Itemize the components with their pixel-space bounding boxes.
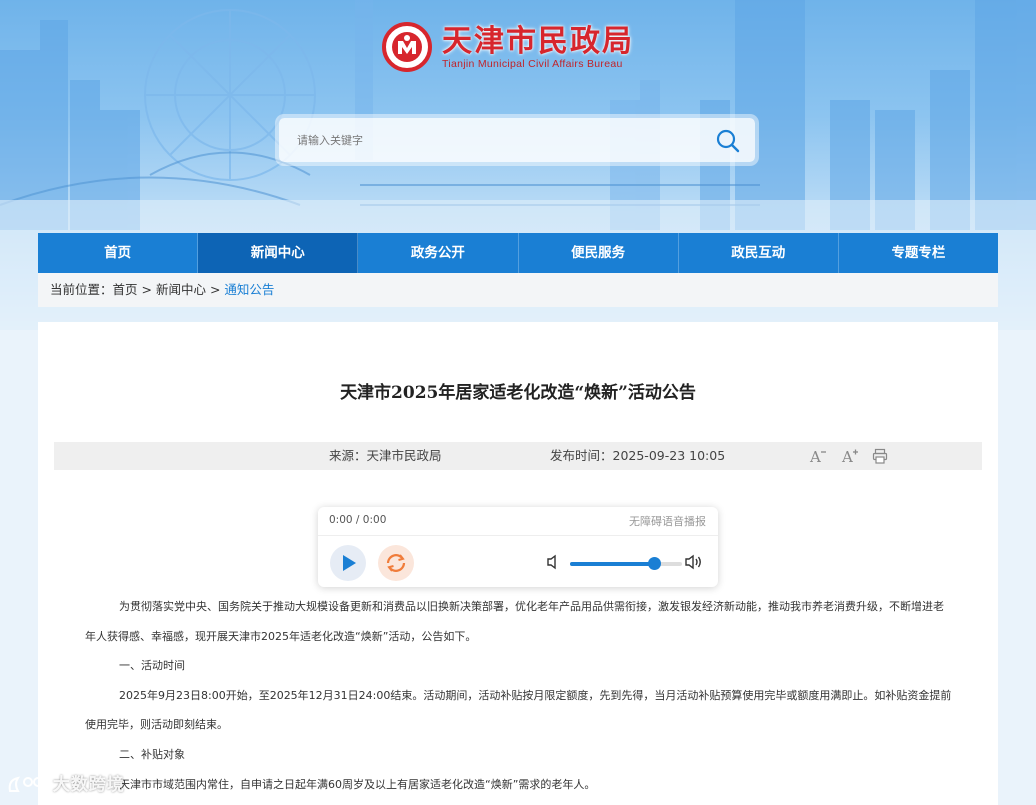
font-decrease-button[interactable]: A bbox=[809, 447, 827, 466]
site-logo[interactable]: 天津市民政局 Tianjin Municipal Civil Affairs B… bbox=[382, 22, 634, 72]
font-decrease-icon: A bbox=[809, 448, 826, 466]
article-title: 天津市2025年居家适老化改造“焕新”活动公告 bbox=[340, 383, 696, 403]
nav-item-special-topics[interactable]: 专题专栏 bbox=[839, 233, 998, 273]
nav-item-news-center[interactable]: 新闻中心 bbox=[198, 233, 359, 273]
print-button[interactable] bbox=[871, 447, 889, 465]
nav-item-interaction[interactable]: 政民互动 bbox=[679, 233, 839, 273]
search-button[interactable] bbox=[715, 128, 741, 154]
play-icon bbox=[343, 555, 356, 571]
breadcrumb-prefix: 当前位置： bbox=[50, 282, 113, 297]
mute-button[interactable] bbox=[546, 554, 560, 574]
nav-item-public-services[interactable]: 便民服务 bbox=[519, 233, 679, 273]
watermark-text: 大数跨境 bbox=[52, 775, 125, 795]
search-icon bbox=[716, 129, 740, 153]
audio-player: 0:00 / 0:00 无障碍语音播报 bbox=[318, 507, 718, 587]
font-increase-icon: A bbox=[841, 448, 858, 466]
svg-text:A: A bbox=[841, 448, 853, 465]
breadcrumb-news-center[interactable]: 新闻中心 bbox=[156, 282, 206, 297]
nav-item-government-affairs[interactable]: 政务公开 bbox=[358, 233, 519, 273]
loop-button[interactable] bbox=[378, 545, 414, 581]
font-increase-button[interactable]: A bbox=[841, 447, 859, 466]
article-container: 天津市2025年居家适老化改造“焕新”活动公告 来源：天津市民政局 发布时间：2… bbox=[38, 322, 998, 805]
nav-item-home[interactable]: 首页 bbox=[38, 233, 199, 273]
breadcrumb-separator: > bbox=[137, 282, 156, 297]
article-meta-bar: 来源：天津市民政局 发布时间：2025-09-23 10:05 A A bbox=[54, 442, 982, 470]
volume-slider[interactable] bbox=[570, 557, 682, 570]
site-name-english: Tianjin Municipal Civil Affairs Bureau bbox=[442, 57, 623, 70]
section-heading-time: 一、活动时间 bbox=[119, 659, 185, 673]
breadcrumb-separator: > bbox=[205, 282, 225, 297]
loop-icon bbox=[386, 554, 406, 572]
main-navigation: 首页 新闻中心 政务公开 便民服务 政民互动 专题专栏 bbox=[38, 233, 998, 273]
speaker-mute-icon bbox=[547, 554, 556, 570]
watermark-logo-icon bbox=[8, 776, 43, 792]
volume-max-button[interactable] bbox=[684, 554, 704, 574]
play-button[interactable] bbox=[330, 545, 366, 581]
player-label: 无障碍语音播报 bbox=[629, 515, 706, 528]
article-paragraph: 天津市市域范围内常住，自申请之日起年满60周岁及以上有居家适老化改造“焕新”需求… bbox=[119, 777, 596, 791]
article-source: 来源：天津市民政局 bbox=[329, 448, 442, 463]
breadcrumb-current-notices[interactable]: 通知公告 bbox=[224, 282, 274, 297]
article-publish-time: 发布时间：2025-09-23 10:05 bbox=[550, 448, 726, 463]
article-paragraph: 2025年9月23日8:00开始，至2025年12月31日24:00结束。活动期… bbox=[85, 688, 952, 732]
breadcrumb-home[interactable]: 首页 bbox=[113, 282, 138, 297]
site-name: 天津市民政局 bbox=[442, 23, 634, 59]
volume-slider-fill bbox=[570, 562, 654, 566]
svg-text:A: A bbox=[809, 448, 821, 465]
breadcrumb: 当前位置：首页 > 新闻中心 > 通知公告 bbox=[38, 273, 998, 307]
print-icon bbox=[872, 448, 888, 464]
volume-slider-handle[interactable] bbox=[648, 557, 661, 570]
civil-affairs-emblem-icon bbox=[382, 22, 432, 72]
search-bar bbox=[279, 118, 755, 162]
section-heading-target: 二、补贴对象 bbox=[119, 747, 185, 761]
speaker-volume-icon bbox=[685, 554, 701, 570]
watermark: 大数跨境 bbox=[6, 770, 125, 796]
player-time: 0:00 / 0:00 bbox=[329, 514, 387, 526]
article-body: 为贯彻落实党中央、国务院关于推动大规模设备更新和消费品以旧换新决策部署，优化老年… bbox=[85, 592, 953, 799]
search-input[interactable] bbox=[279, 118, 699, 162]
article-paragraph: 为贯彻落实党中央、国务院关于推动大规模设备更新和消费品以旧换新决策部署，优化老年… bbox=[85, 600, 944, 643]
